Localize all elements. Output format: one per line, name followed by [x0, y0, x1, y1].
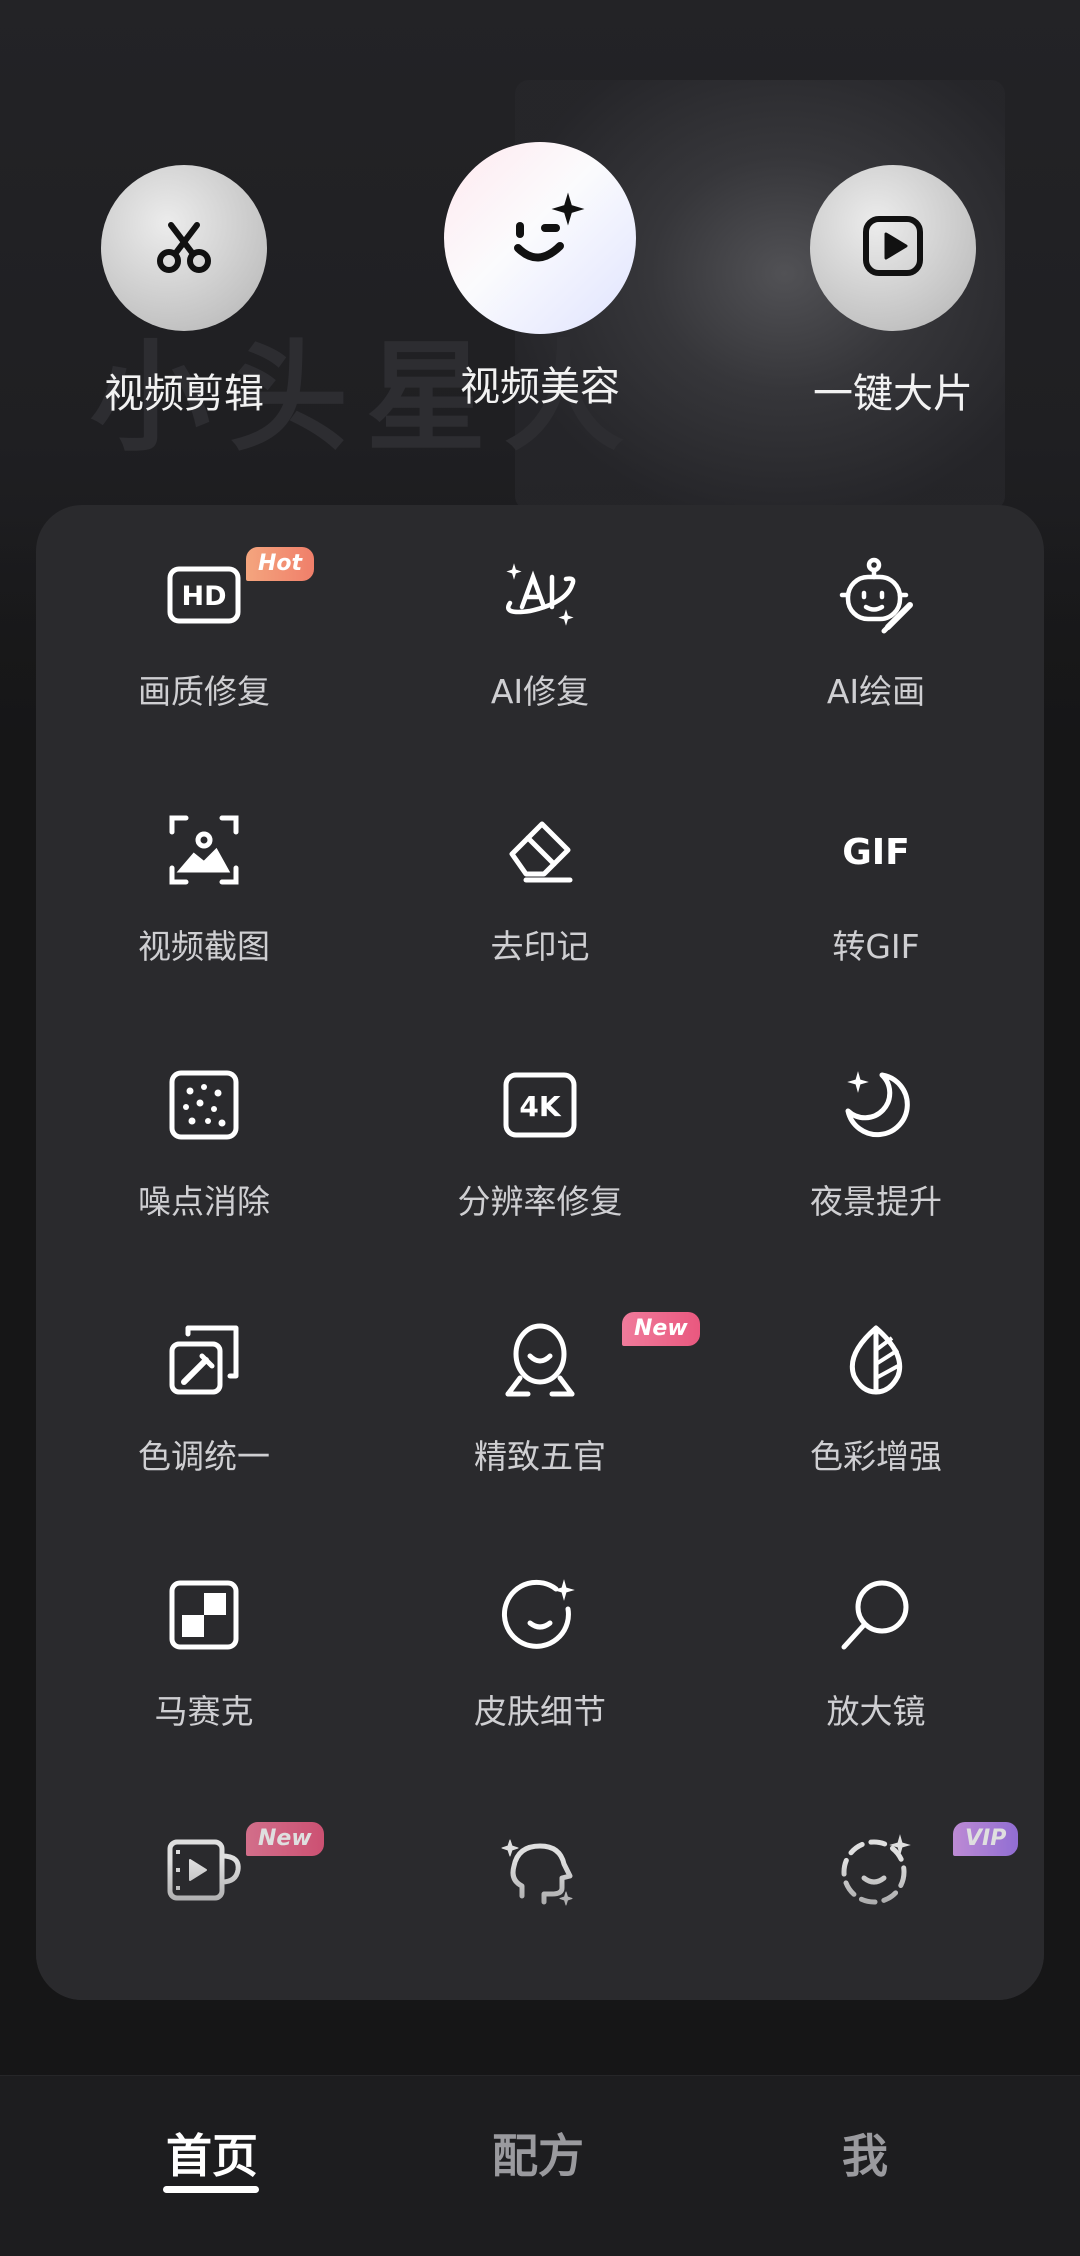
- panel-fade: [36, 1860, 1044, 2000]
- one-click-movie-button[interactable]: [810, 165, 976, 331]
- 4k-icon: 4K: [500, 1065, 580, 1145]
- tool-magnifier[interactable]: 放大镜: [708, 1525, 1044, 1780]
- magnifier-icon: [836, 1575, 916, 1655]
- svg-text:GIF: GIF: [842, 832, 910, 873]
- face-sparkle-icon: [500, 1575, 580, 1655]
- tool-label: AI绘画: [826, 672, 926, 711]
- video-beauty-button[interactable]: [444, 142, 636, 334]
- tool-label: 夜景提升: [810, 1182, 942, 1221]
- noise-dots-icon: [164, 1065, 244, 1145]
- tool-resolution-repair[interactable]: 4K 分辨率修复: [372, 1015, 708, 1270]
- tool-skin-detail[interactable]: 皮肤细节: [372, 1525, 708, 1780]
- gif-icon: GIF: [836, 810, 916, 890]
- mosaic-icon: [164, 1575, 244, 1655]
- screenshot-frame-icon: [164, 810, 244, 890]
- tool-quality-repair[interactable]: HD Hot 画质修复: [36, 505, 372, 760]
- robot-brush-icon: [836, 555, 916, 635]
- quick-action-video-edit[interactable]: 视频剪辑: [101, 165, 267, 419]
- bottom-nav: 首页 配方 我: [0, 2075, 1080, 2256]
- tool-label: 放大镜: [826, 1692, 926, 1731]
- tools-panel: HD Hot 画质修复 AI修复 AI绘画 视频截图 去印记 GIF 转GIF …: [36, 505, 1044, 2000]
- tool-label: 去印记: [490, 927, 590, 966]
- tool-video-screenshot[interactable]: 视频截图: [36, 760, 372, 1015]
- quick-action-label: 视频剪辑: [104, 371, 264, 417]
- scissors-icon: [149, 211, 219, 285]
- tool-label: 画质修复: [138, 672, 270, 711]
- tool-label: 视频截图: [138, 927, 270, 966]
- eraser-icon: [500, 810, 580, 890]
- color-picker-icon: [164, 1320, 244, 1400]
- tool-label: 精致五官: [474, 1437, 606, 1476]
- face-outline-icon: [500, 1320, 580, 1400]
- leaf-half-icon: [836, 1320, 916, 1400]
- tool-noise-removal[interactable]: 噪点消除: [36, 1015, 372, 1270]
- new-badge: New: [246, 1822, 324, 1856]
- tool-label: 色彩增强: [810, 1437, 942, 1476]
- tool-color-boost[interactable]: 色彩增强: [708, 1270, 1044, 1525]
- smile-sparkle-icon: [490, 186, 590, 290]
- tool-remove-mark[interactable]: 去印记: [372, 760, 708, 1015]
- tool-label: AI修复: [490, 672, 590, 711]
- tool-label: 马赛克: [154, 1692, 254, 1731]
- tool-to-gif[interactable]: GIF 转GIF: [708, 760, 1044, 1015]
- play-square-icon: [858, 211, 928, 285]
- hot-badge: Hot: [246, 547, 315, 581]
- tool-tone-unify[interactable]: 色调统一: [36, 1270, 372, 1525]
- tool-night-boost[interactable]: 夜景提升: [708, 1015, 1044, 1270]
- quick-action-label: 视频美容: [460, 364, 620, 410]
- quick-action-one-click[interactable]: 一键大片: [810, 165, 976, 419]
- quick-action-label: 一键大片: [813, 371, 973, 417]
- quick-actions: 视频剪辑 视频美容 一键大片: [0, 0, 1080, 500]
- tool-label: 分辨率修复: [457, 1182, 623, 1221]
- tool-label: 噪点消除: [138, 1182, 270, 1221]
- nav-me[interactable]: 我: [685, 2120, 1045, 2186]
- quick-action-video-beauty[interactable]: 视频美容: [444, 142, 636, 412]
- svg-text:HD: HD: [181, 581, 226, 612]
- vip-badge: VIP: [953, 1822, 1019, 1856]
- tool-label: 转GIF: [832, 927, 920, 966]
- ai-sparkle-icon: [500, 555, 580, 635]
- tool-refined-features[interactable]: New 精致五官: [372, 1270, 708, 1525]
- tool-label: 皮肤细节: [474, 1692, 606, 1731]
- new-badge: New: [622, 1312, 700, 1346]
- nav-active-indicator: [163, 2186, 259, 2193]
- video-edit-button[interactable]: [101, 165, 267, 331]
- tool-label: 色调统一: [138, 1437, 270, 1476]
- nav-home[interactable]: 首页: [32, 2120, 392, 2186]
- tool-mosaic[interactable]: 马赛克: [36, 1525, 372, 1780]
- nav-recipes[interactable]: 配方: [358, 2120, 718, 2186]
- moon-star-icon: [836, 1065, 916, 1145]
- hd-icon: HD: [164, 555, 244, 635]
- tool-ai-painting[interactable]: AI绘画: [708, 505, 1044, 760]
- tool-ai-repair[interactable]: AI修复: [372, 505, 708, 760]
- svg-text:4K: 4K: [519, 1090, 561, 1123]
